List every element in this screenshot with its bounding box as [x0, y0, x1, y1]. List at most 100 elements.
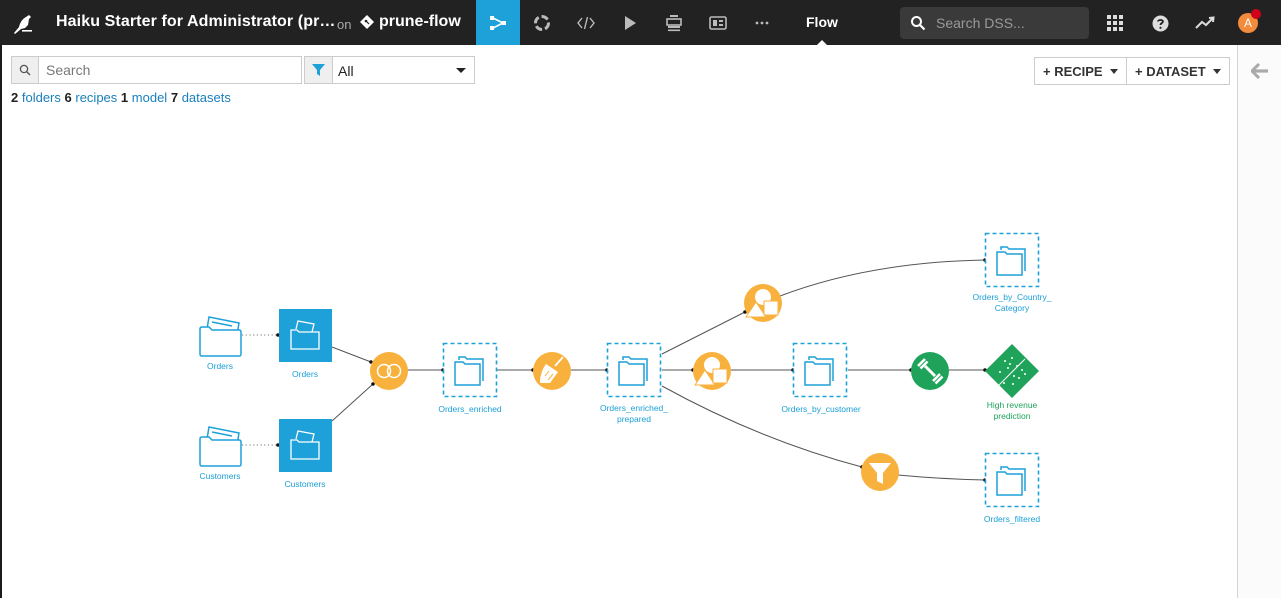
label-line: Orders_by_Country_ [972, 292, 1052, 302]
uploaded-folder-icon [199, 426, 242, 467]
filter-funnel-icon [312, 63, 325, 76]
recipes-count: 6 [64, 90, 72, 105]
flow-icon [490, 15, 506, 30]
edge-customers-to-join [331, 383, 374, 422]
edge-prepared-to-filter [661, 385, 863, 468]
code-icon [577, 16, 595, 29]
node-filter-recipe[interactable] [861, 453, 899, 491]
dataiku-bird-logo-icon[interactable] [12, 11, 34, 35]
node-group-recipe-customer[interactable] [693, 352, 731, 390]
nav-dashboards-button[interactable] [652, 0, 696, 45]
datasets-link[interactable]: datasets [182, 90, 231, 105]
help-button[interactable] [1149, 12, 1171, 34]
add-recipe-label: + RECIPE [1043, 63, 1103, 79]
top-navbar: Haiku Starter for Administrator (pr… on … [0, 0, 1281, 45]
folders-link[interactable]: folders [22, 90, 61, 105]
label-orders-enriched-prepared[interactable]: Orders_enriched_ prepared [600, 403, 668, 425]
recipes-link[interactable]: recipes [75, 90, 117, 105]
node-orders-filtered[interactable] [984, 452, 1040, 508]
search-icon [19, 64, 31, 76]
label-customers-dataset[interactable]: Customers [284, 479, 325, 490]
label-line: High revenue [986, 400, 1038, 410]
left-border [0, 45, 2, 598]
search-addon [12, 57, 39, 83]
node-orders-by-country-category[interactable] [984, 232, 1040, 288]
play-icon [625, 15, 636, 30]
node-train-recipe[interactable] [911, 352, 949, 390]
flow-counts: 2 folders 6 recipes 1 model 7 datasets [11, 90, 231, 105]
join-rings-icon [376, 363, 402, 379]
node-orders-dataset[interactable] [279, 309, 332, 362]
notification-badge[interactable] [1251, 9, 1261, 19]
add-dataset-button[interactable]: + DATASET [1126, 57, 1230, 85]
node-orders-enriched-prepared[interactable] [606, 342, 662, 398]
activity-button[interactable] [1194, 12, 1216, 34]
label-orders-filtered[interactable]: Orders_filtered [984, 514, 1040, 525]
node-orders-by-customer[interactable] [792, 342, 848, 398]
edge-group1-to-country [779, 259, 986, 297]
label-high-revenue-prediction[interactable]: High revenue prediction [987, 400, 1038, 422]
edge-orders-to-join [331, 346, 372, 363]
printer-stack-icon [666, 14, 682, 31]
edge-filter-to-filtered [897, 474, 986, 481]
global-search-input[interactable] [936, 13, 1081, 33]
nav-code-button[interactable] [564, 0, 608, 45]
help-icon [1152, 15, 1168, 31]
right-side-panel [1237, 45, 1281, 598]
search-icon [911, 16, 926, 31]
current-section-label[interactable]: Flow [806, 14, 838, 30]
nav-flow-button[interactable] [476, 0, 520, 45]
add-dataset-label: + DATASET [1135, 63, 1206, 79]
node-customers-source[interactable] [199, 426, 242, 467]
branch-name[interactable]: prune-flow [379, 13, 461, 31]
flow-filter-select[interactable]: All [304, 56, 475, 84]
nav-wiki-button[interactable] [696, 0, 740, 45]
label-customers-source[interactable]: Customers [199, 471, 240, 482]
project-title[interactable]: Haiku Starter for Administrator (pr… [56, 13, 336, 31]
global-search[interactable] [900, 7, 1089, 39]
arrow-left-icon[interactable] [1251, 63, 1269, 79]
label-line: prepared [616, 414, 652, 424]
uploaded-folder-icon [199, 316, 242, 357]
wiki-panel-icon [709, 15, 727, 30]
current-section-caret-icon [817, 40, 827, 45]
nav-more-button[interactable] [740, 0, 784, 45]
add-recipe-button[interactable]: + RECIPE [1034, 57, 1127, 85]
label-orders-dataset[interactable]: Orders [292, 369, 318, 380]
label-orders-by-customer[interactable]: Orders_by_customer [781, 404, 860, 415]
lab-circle-icon [534, 14, 550, 31]
model-count: 1 [120, 90, 129, 105]
node-prepare-recipe[interactable] [533, 352, 571, 390]
model-link[interactable]: model [132, 90, 167, 105]
flow-search-input[interactable] [46, 61, 296, 79]
node-customers-dataset[interactable] [279, 419, 332, 472]
branch-diamond-icon [360, 15, 374, 29]
flow-search[interactable] [11, 56, 302, 84]
node-saved-model[interactable] [985, 344, 1039, 398]
datasets-count: 7 [170, 90, 179, 105]
node-group-recipe-country[interactable] [744, 284, 782, 322]
chevron-down-icon [1109, 68, 1118, 74]
nav-jobs-button[interactable] [608, 0, 652, 45]
node-orders-source[interactable] [199, 316, 242, 357]
edge-prepared-to-group1 [661, 311, 746, 355]
more-dots-icon [755, 21, 769, 24]
label-line: Category [994, 303, 1030, 313]
nav-lab-button[interactable] [520, 0, 564, 45]
chevron-down-icon [456, 68, 466, 73]
on-label: on [337, 17, 352, 32]
label-orders-by-country-category[interactable]: Orders_by_Country_ Category [973, 292, 1052, 314]
label-line: Orders_enriched_ [599, 403, 669, 413]
node-join-recipe[interactable] [370, 352, 408, 390]
filter-addon[interactable] [305, 57, 333, 83]
node-orders-enriched[interactable] [442, 342, 498, 398]
label-orders-enriched[interactable]: Orders_enriched [438, 404, 501, 415]
trending-up-icon [1195, 16, 1215, 29]
apps-grid-button[interactable] [1104, 12, 1126, 34]
apps-grid-icon [1107, 15, 1123, 31]
label-line: prediction [993, 411, 1031, 421]
folders-count: 2 [11, 90, 19, 105]
filter-value: All [338, 63, 354, 79]
chevron-down-icon [1212, 68, 1221, 74]
label-orders-source[interactable]: Orders [207, 361, 233, 372]
